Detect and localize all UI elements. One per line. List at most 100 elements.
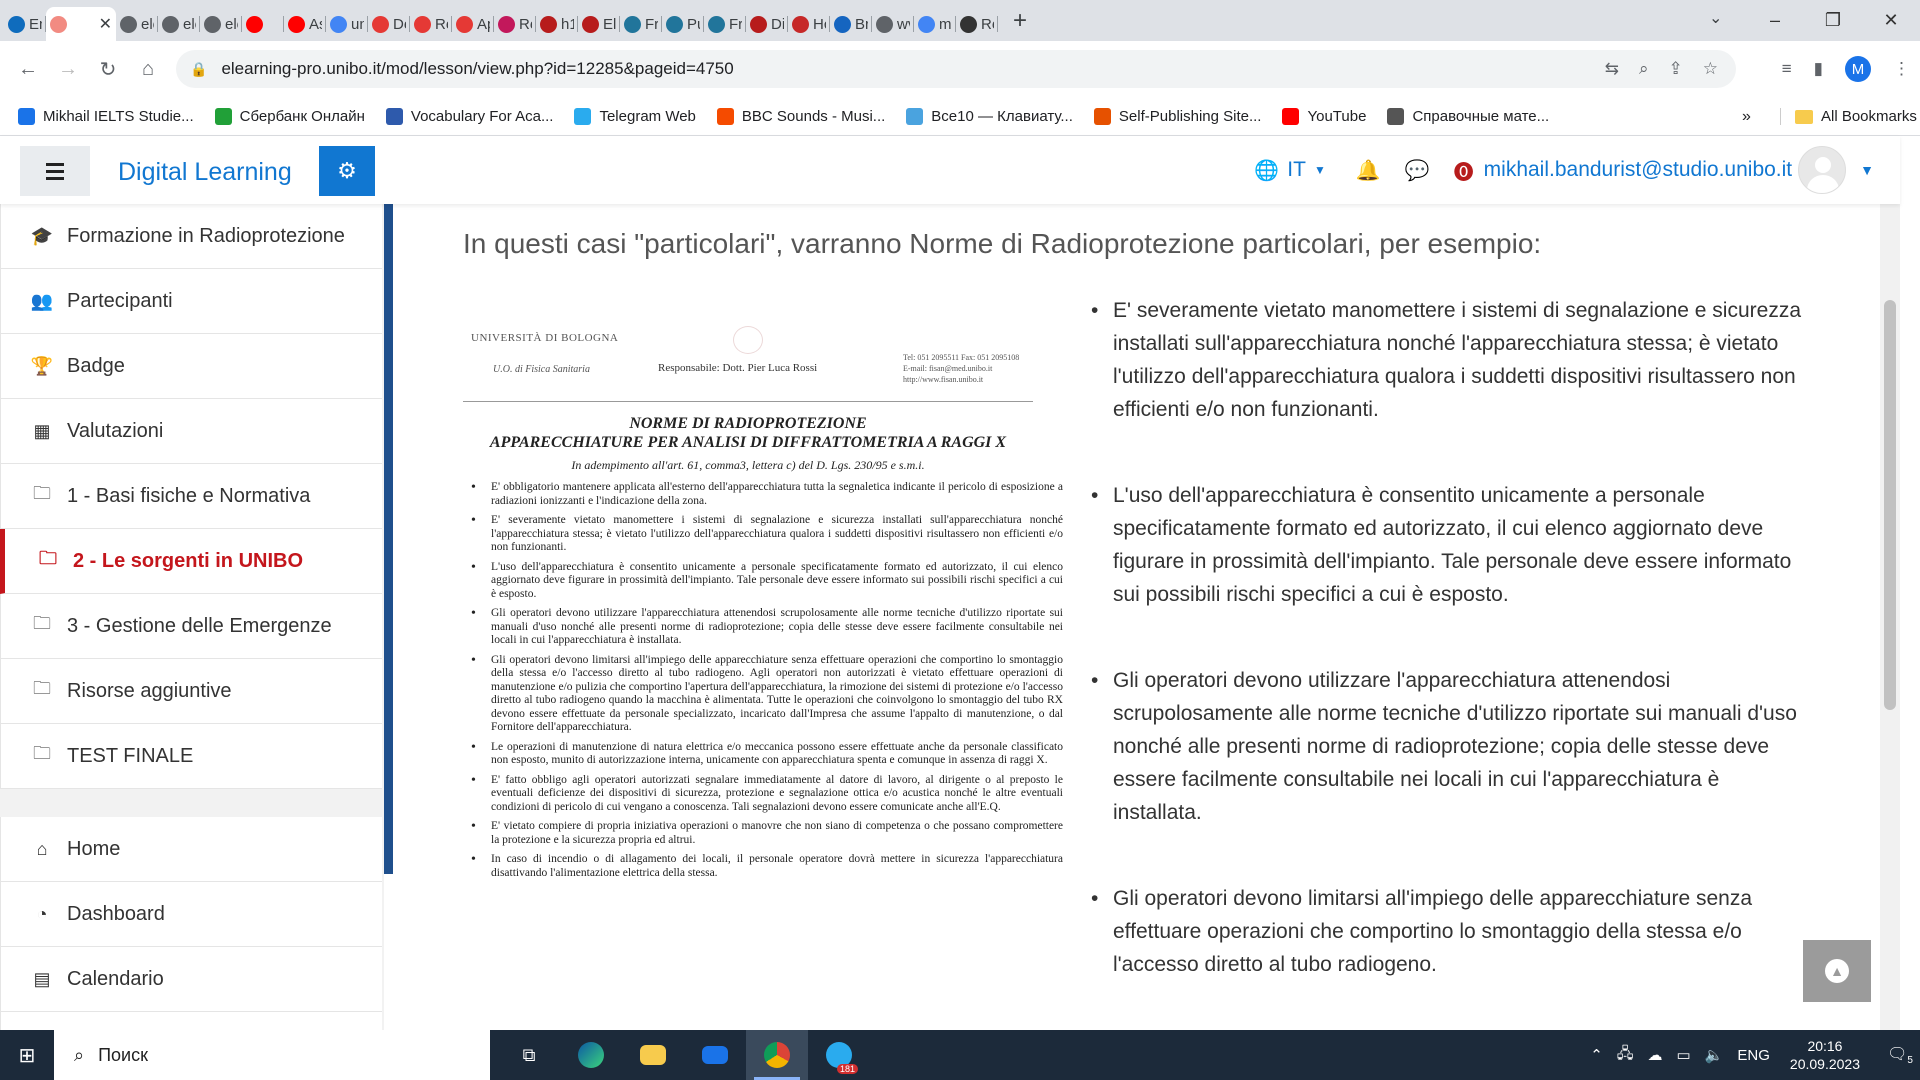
telegram-icon[interactable]: 181 [808, 1030, 870, 1080]
bookmark-item[interactable]: Все10 — Клавиату... [906, 108, 1073, 125]
taskbar-apps: ⧉ 181 [498, 1030, 870, 1080]
user-email[interactable]: mikhail.bandurist@studio.unibo.it [1484, 158, 1792, 182]
edge-icon[interactable] [560, 1030, 622, 1080]
browser-tab[interactable]: Re [410, 7, 452, 41]
bookmark-star-icon[interactable]: ☆ [1703, 59, 1718, 79]
taskbar-search[interactable]: ⌕ Поиск [54, 1030, 490, 1080]
browser-tab[interactable]: Re [494, 7, 536, 41]
nav-item[interactable]: 🗎File personali [0, 1012, 382, 1030]
browser-tab[interactable]: De [368, 7, 410, 41]
onedrive-icon[interactable]: ☁ [1648, 1046, 1663, 1064]
nav-item[interactable]: 🗀 1 - Basi fisiche e Normativa [0, 464, 382, 529]
reload-icon[interactable]: ↻ [88, 57, 128, 82]
browser-tab[interactable]: ele [200, 7, 242, 41]
nav-item[interactable]: 👥 Partecipanti [0, 269, 382, 334]
browser-tab[interactable]: Hc [788, 7, 830, 41]
mail-icon[interactable] [684, 1030, 746, 1080]
input-language[interactable]: ENG [1737, 1047, 1770, 1064]
clock[interactable]: 20:16 20.09.2023 [1790, 1037, 1860, 1073]
back-to-top-button[interactable]: ▲ [1803, 940, 1871, 1002]
nav-item[interactable]: 🎓 Formazione in Radioprotezione [0, 204, 382, 269]
browser-tab[interactable] [242, 7, 284, 41]
browser-tab[interactable]: ele [158, 7, 200, 41]
drawer-toggle-button[interactable] [20, 146, 90, 196]
nav-item[interactable]: 🗀 3 - Gestione delle Emergenze [0, 594, 382, 659]
back-icon[interactable]: ← [8, 58, 48, 81]
browser-tab[interactable]: ma [914, 7, 956, 41]
notifications-bell-icon[interactable]: 🔔 [1356, 158, 1381, 183]
windows-start-icon[interactable]: ⊞ [0, 1043, 54, 1068]
messages-icon[interactable]: 💬 [1405, 158, 1430, 183]
bookmark-item[interactable]: Vocabulary For Aca... [385, 108, 553, 125]
browser-tab[interactable]: Frc [704, 7, 746, 41]
maximize-icon[interactable]: ❐ [1804, 10, 1862, 31]
nav-item[interactable]: ▤ Calendario [0, 947, 382, 1012]
browser-tab[interactable]: un [326, 7, 368, 41]
volume-icon[interactable]: 🔈 [1705, 1046, 1724, 1064]
page-scrollbar[interactable] [1880, 204, 1900, 1030]
browser-menu-icon[interactable]: ⋮ [1893, 59, 1910, 79]
share-icon[interactable]: ⇪ [1669, 59, 1683, 79]
nav-item[interactable]: ⌂ Home [0, 817, 382, 882]
bookmark-item[interactable]: YouTube [1282, 108, 1366, 125]
browser-tab[interactable]: ✕ [46, 7, 116, 41]
url-text[interactable]: elearning-pro.unibo.it/mod/lesson/view.p… [221, 59, 733, 79]
battery-icon[interactable]: ▭ [1677, 1046, 1691, 1064]
browser-tab[interactable]: h1 [536, 7, 578, 41]
bookmark-item[interactable]: BBC Sounds - Musi... [716, 108, 885, 125]
browser-tab[interactable]: Frc [620, 7, 662, 41]
zoom-icon[interactable]: ⌕ [1639, 59, 1649, 79]
address-bar[interactable]: 🔒 elearning-pro.unibo.it/mod/lesson/view… [176, 50, 1736, 88]
browser-tab[interactable]: As [284, 7, 326, 41]
calendar-icon: ▤ [33, 968, 51, 989]
bookmark-item[interactable]: Справочные мате... [1387, 108, 1549, 125]
language-menu[interactable]: 🌐 IT ▼ [1254, 158, 1325, 183]
nav-item[interactable]: 🗀 Risorse aggiuntive [0, 659, 382, 724]
close-window-icon[interactable]: ✕ [1862, 10, 1920, 31]
notification-center-icon[interactable]: 🗨5 [1880, 1044, 1920, 1066]
nav-item[interactable]: 🏆 Badge [0, 334, 382, 399]
privacy-icon[interactable]: ⓿ [1454, 156, 1474, 185]
minimize-icon[interactable]: – [1746, 10, 1804, 31]
forward-icon[interactable]: → [48, 58, 88, 81]
nav-item[interactable]: 🗀 2 - Le sorgenti in UNIBO [0, 529, 382, 594]
browser-tab[interactable]: Ele [578, 7, 620, 41]
browser-tab[interactable]: Pu [662, 7, 704, 41]
bookmark-item[interactable]: Mikhail IELTS Studie... [18, 108, 194, 125]
site-info-icon[interactable]: 🔒 [190, 61, 207, 78]
side-panel-icon[interactable]: ▮ [1814, 59, 1823, 79]
browser-tab[interactable]: Bru [830, 7, 872, 41]
site-brand[interactable]: Digital Learning [118, 158, 292, 187]
settings-gear-button[interactable]: ⚙ [319, 146, 375, 196]
bookmarks-overflow-icon[interactable]: » [1742, 108, 1751, 126]
user-avatar[interactable] [1798, 146, 1847, 194]
bookmark-item[interactable]: Telegram Web [574, 108, 696, 125]
browser-tab[interactable]: Ap [452, 7, 494, 41]
nav-item[interactable]: ◔ Dashboard [0, 882, 382, 947]
bookmark-item[interactable]: Self-Publishing Site... [1093, 108, 1261, 125]
network-icon[interactable]: 🖧 [1617, 1043, 1634, 1068]
translate-icon[interactable]: ⇆ [1605, 59, 1619, 79]
browser-tab[interactable]: Di [746, 7, 788, 41]
chrome-icon[interactable] [746, 1030, 808, 1080]
file-explorer-icon[interactable] [622, 1030, 684, 1080]
drawer-scrollbar[interactable] [384, 204, 393, 1030]
browser-tab[interactable]: Em [4, 7, 46, 41]
tab-search-icon[interactable]: ⌄ [1709, 8, 1722, 28]
nav-item[interactable]: ▦ Valutazioni [0, 399, 382, 464]
browser-tab[interactable]: Re [956, 7, 998, 41]
profile-avatar[interactable]: M [1845, 56, 1871, 82]
new-tab-icon[interactable]: + [1006, 7, 1034, 35]
close-tab-icon[interactable]: ✕ [99, 14, 112, 34]
all-bookmarks-button[interactable]: All Bookmarks [1780, 108, 1917, 125]
reading-list-icon[interactable]: ≡ [1782, 59, 1792, 79]
user-menu-caret-icon[interactable]: ▼ [1860, 162, 1874, 178]
home-icon[interactable]: ⌂ [128, 58, 168, 81]
task-view-icon[interactable]: ⧉ [498, 1030, 560, 1080]
nav-item-label: 1 - Basi fisiche e Normativa [67, 484, 311, 507]
browser-tab[interactable]: ele [116, 7, 158, 41]
nav-item[interactable]: 🗀 TEST FINALE [0, 724, 382, 789]
tray-expand-icon[interactable]: ⌃ [1590, 1046, 1603, 1064]
browser-tab[interactable]: wv [872, 7, 914, 41]
bookmark-item[interactable]: Сбербанк Онлайн [214, 108, 365, 125]
